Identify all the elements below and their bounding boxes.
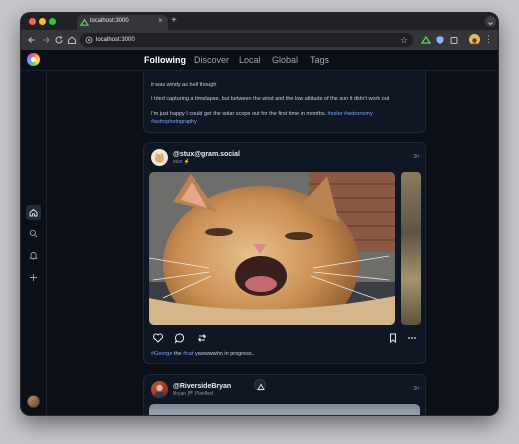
tab-close-icon[interactable]: × (158, 16, 163, 26)
chevron-down-icon (488, 22, 493, 26)
new-tab-button[interactable]: + (171, 15, 177, 27)
profile-face-icon (471, 38, 478, 45)
hashtag-link[interactable]: #cat (183, 351, 193, 357)
share-reblog-icon[interactable] (196, 332, 208, 344)
comment-icon[interactable] (174, 332, 186, 344)
pixelfed-app: Following Discover Local Global Tags it … (21, 50, 498, 415)
post-author-name: stux ⚡️ (173, 159, 190, 165)
browser-toolbar: localhost:3000 ☆ ⋮ (21, 30, 498, 50)
address-bar[interactable]: localhost:3000 ☆ (80, 33, 413, 47)
sidebar-search-button[interactable] (26, 226, 41, 241)
site-info-icon[interactable] (85, 36, 93, 44)
tab-local[interactable]: Local (239, 55, 261, 66)
tab-discover[interactable]: Discover (194, 55, 229, 66)
tab-title: localhost:3000 (90, 18, 129, 24)
tab-following[interactable]: Following (144, 55, 186, 66)
post-author-name: Bryan 🏴 Pixelfed (173, 391, 213, 397)
post-author-avatar[interactable] (151, 381, 168, 398)
url-text: localhost:3000 (96, 37, 135, 43)
back-icon[interactable] (26, 34, 38, 46)
extension-pixelfed-icon[interactable] (421, 34, 431, 46)
post-author-handle[interactable]: @RiversideBryan (173, 382, 231, 391)
plus-icon (30, 274, 37, 281)
post-timestamp[interactable]: 3h (413, 386, 419, 393)
extensions-puzzle-icon[interactable] (449, 34, 459, 46)
post-text: I'm just happy I could get the solar sco… (151, 111, 326, 117)
minimize-window-button[interactable] (39, 18, 46, 25)
profile-avatar[interactable] (469, 34, 480, 45)
post-card: @RiversideBryan Bryan 🏴 Pixelfed 3h (143, 374, 426, 415)
bell-icon (29, 252, 38, 260)
close-window-button[interactable] (29, 18, 36, 25)
post-media-next-image[interactable] (401, 172, 421, 325)
sidebar-home-button[interactable] (26, 205, 41, 220)
caption-text: the (172, 351, 184, 357)
reload-icon[interactable] (53, 34, 65, 46)
pixelfed-logo[interactable] (27, 53, 40, 66)
hashtag-link[interactable]: #astrophotography (151, 119, 197, 126)
maximize-window-button[interactable] (49, 18, 56, 25)
pixelfed-favicon-icon (80, 18, 89, 26)
sidebar-notifications-button[interactable] (26, 248, 41, 263)
more-options-icon[interactable] (406, 332, 418, 344)
like-heart-icon[interactable] (152, 332, 164, 344)
sidebar-compose-button[interactable] (26, 270, 41, 285)
post-timestamp[interactable]: 2h (413, 154, 419, 161)
post-media-image[interactable] (149, 172, 395, 325)
post-text-line: it was windy as hell though (151, 82, 217, 88)
search-icon (29, 229, 38, 238)
bookmark-icon[interactable] (387, 332, 399, 344)
post-card: @stux@gram.social stux ⚡️ 2h #George the… (143, 142, 426, 364)
bookmark-star-icon[interactable]: ☆ (400, 34, 408, 46)
home-button-icon[interactable] (66, 34, 78, 46)
post-text-line: I'm just happy I could get the solar sco… (151, 111, 373, 118)
browser-menu-icon[interactable]: ⋮ (484, 33, 493, 45)
tab-tags[interactable]: Tags (310, 55, 329, 66)
post-caption: #George the #cat yawwwwhn in progress.. (151, 351, 255, 358)
current-user-avatar[interactable] (27, 395, 40, 408)
home-icon (29, 208, 38, 217)
cat-photo (149, 172, 395, 325)
hashtag-link[interactable]: #George (151, 351, 172, 357)
caption-text: yawwwwhn in progress.. (193, 351, 255, 357)
post-author-avatar[interactable] (151, 149, 168, 166)
browser-window: localhost:3000 × + localhost:3000 ☆ ⋮ Fo… (21, 13, 498, 415)
person-avatar-icon (154, 384, 165, 398)
hashtag-link[interactable]: #solar #astronomy (326, 111, 373, 117)
tab-global[interactable]: Global (272, 55, 298, 66)
floating-pixelfed-button[interactable] (254, 379, 266, 391)
top-navigation: Following Discover Local Global Tags (21, 50, 498, 71)
tab-search-button[interactable] (485, 16, 496, 27)
post-text-line: I tried capturing a timelapse, but betwe… (151, 96, 390, 102)
cat-avatar-icon (155, 152, 164, 163)
extension-shield-icon[interactable] (435, 34, 445, 46)
post-media-image[interactable] (149, 404, 420, 415)
pixelfed-small-icon (257, 383, 265, 390)
tab-strip: localhost:3000 × + (21, 13, 498, 30)
browser-tab[interactable]: localhost:3000 × (77, 15, 168, 30)
forward-icon[interactable] (40, 34, 52, 46)
post-author-handle[interactable]: @stux@gram.social (173, 150, 240, 159)
left-sidebar (21, 72, 47, 415)
